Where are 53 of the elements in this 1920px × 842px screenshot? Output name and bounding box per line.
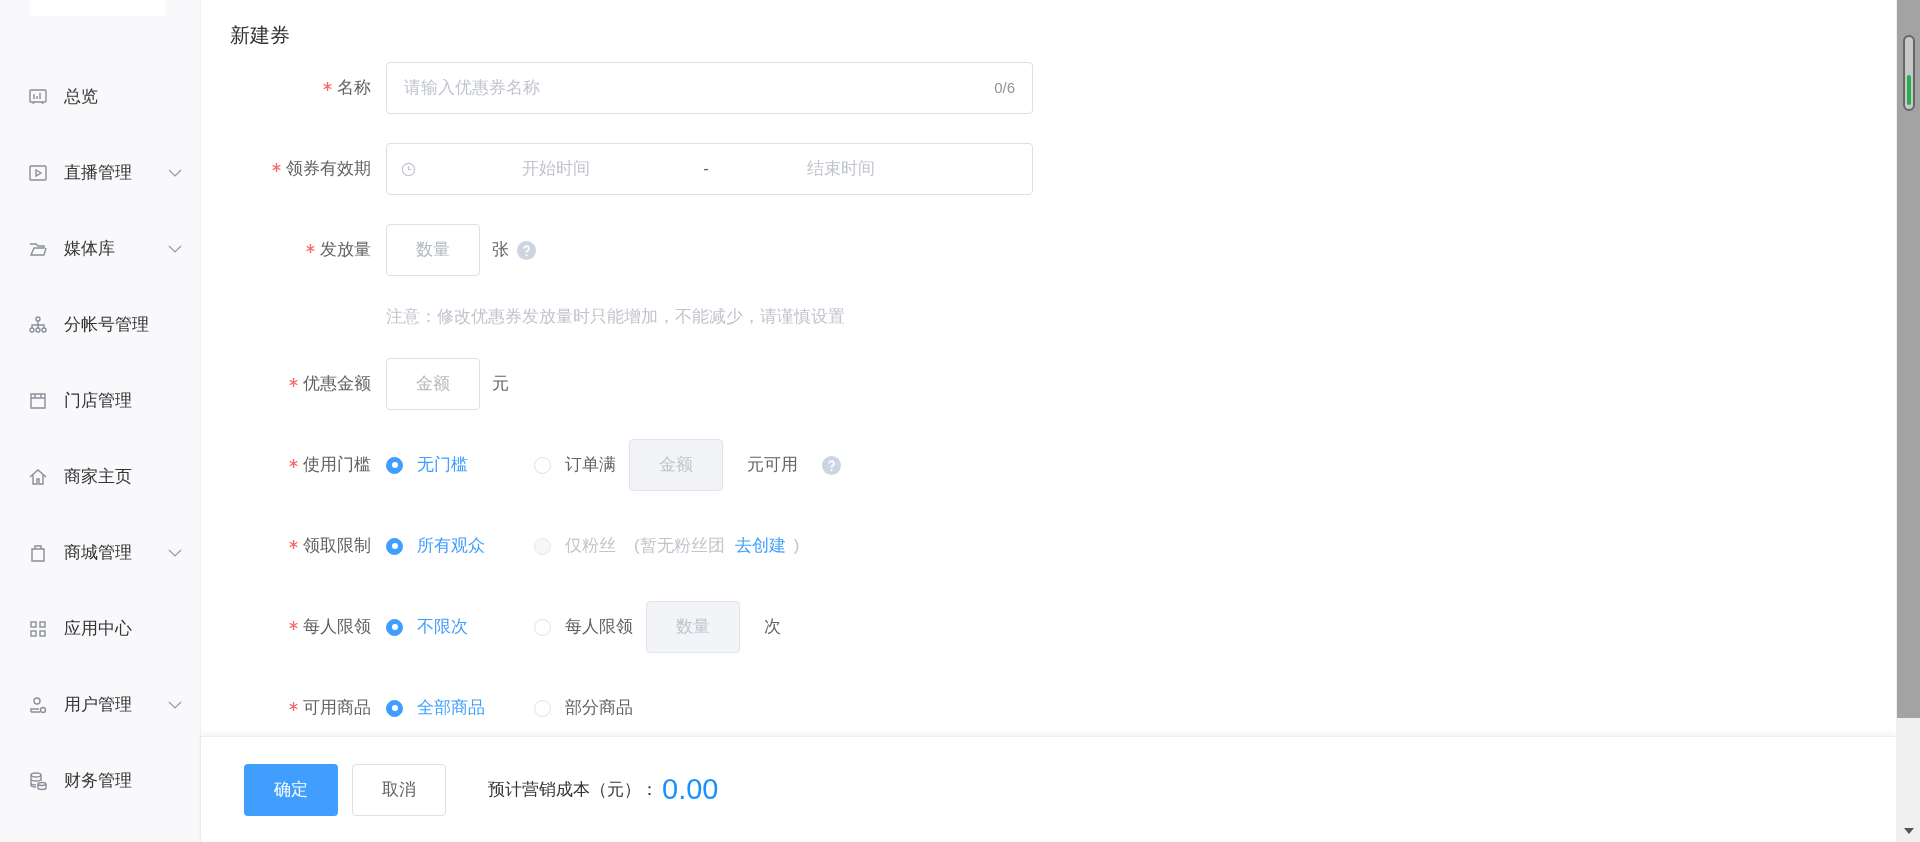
radio-button[interactable]: [386, 537, 403, 555]
sidebar-item[interactable]: 财务管理: [0, 743, 200, 819]
radio-label[interactable]: 部分商品: [565, 695, 633, 721]
down-arrow-icon[interactable]: [1903, 828, 1914, 834]
cost-value: 0.00: [662, 771, 719, 807]
name-input[interactable]: 请输入优惠券名称 0/6: [386, 62, 1033, 114]
field-label: 发放量: [320, 239, 371, 262]
unit-label: 元: [492, 373, 509, 396]
radio-button[interactable]: [386, 699, 403, 717]
sidebar-item[interactable]: 商城管理: [0, 515, 200, 591]
radio-button[interactable]: [386, 456, 403, 474]
field-label: 名称: [337, 77, 371, 100]
cancel-button[interactable]: 取消: [352, 763, 446, 816]
note-text: 注意：修改优惠券发放量时只能增加，不能减少，请谨慎设置: [386, 306, 845, 329]
sidebar-item[interactable]: 媒体库: [0, 211, 200, 287]
date-range-picker[interactable]: 开始时间 - 结束时间: [386, 143, 1033, 195]
scrollbar[interactable]: [1896, 0, 1920, 842]
field-label: 可用商品: [303, 697, 371, 720]
field-label: 优惠金额: [303, 373, 371, 396]
play-screen-icon: [28, 163, 48, 183]
monitor-chart-icon: [28, 87, 48, 107]
scrollbar-thumb[interactable]: [1902, 35, 1915, 111]
unit-label: 张: [492, 239, 509, 262]
sidebar-item[interactable]: 总览: [0, 59, 200, 135]
radio-label[interactable]: 每人限领: [565, 614, 633, 640]
field-label: 领券有效期: [286, 158, 371, 181]
storefront-icon: [28, 391, 48, 411]
sidebar-item[interactable]: 门店管理: [0, 363, 200, 439]
home-icon: [28, 467, 48, 487]
help-icon[interactable]: [822, 455, 841, 475]
radio-button[interactable]: [386, 618, 403, 636]
help-icon[interactable]: [517, 240, 536, 260]
page-title: 新建券: [230, 23, 291, 48]
sidebar-item[interactable]: 商家主页: [0, 439, 200, 515]
hierarchy-icon: [28, 315, 48, 335]
field-label: 使用门槛: [303, 454, 371, 477]
field-label: 每人限领: [303, 616, 371, 639]
user-badge-icon: [28, 695, 48, 715]
coin-stack-icon: [28, 771, 48, 791]
unit-label: 次: [764, 616, 781, 639]
grid-icon: [28, 619, 48, 639]
unit-label: 元可用: [747, 454, 798, 477]
hint-text: ): [793, 535, 800, 558]
hint-text: (暂无粉丝团: [634, 535, 725, 558]
clock-icon: [401, 161, 416, 177]
sidebar-item[interactable]: 应用中心: [0, 591, 200, 667]
radio-label[interactable]: 订单满: [565, 452, 616, 478]
cost-label: 预计营销成本（元）：: [488, 778, 658, 801]
sidebar-item[interactable]: 分帐号管理: [0, 287, 200, 363]
field-label: 领取限制: [303, 535, 371, 558]
shopping-bag-icon: [28, 543, 48, 563]
sidebar-item[interactable]: 直播管理: [0, 135, 200, 211]
sidebar-item[interactable]: 用户管理: [0, 667, 200, 743]
